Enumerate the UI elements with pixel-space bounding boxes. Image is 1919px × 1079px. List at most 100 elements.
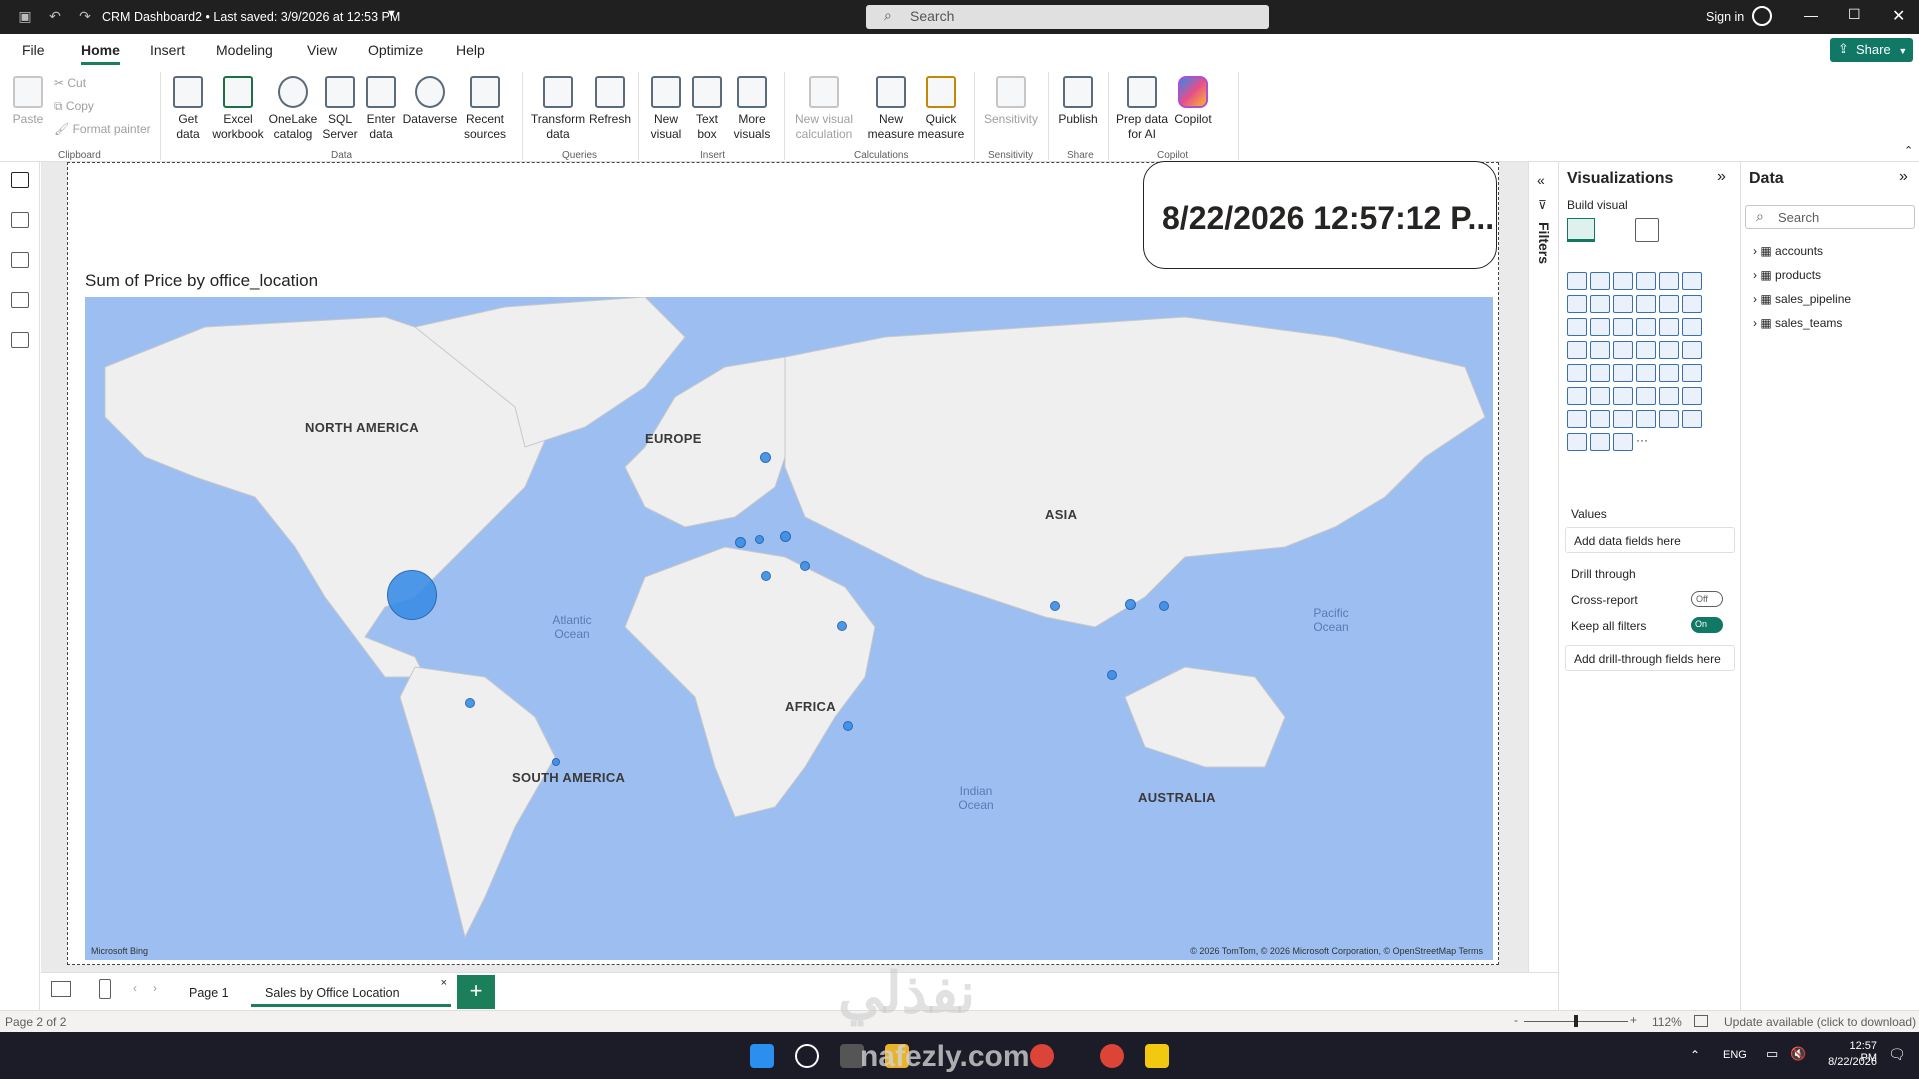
map-bubble[interactable]: [1107, 670, 1117, 680]
more-visuals-button[interactable]: More visuals: [728, 76, 776, 142]
date-card[interactable]: 8/22/2026 12:57:12 P...: [1143, 161, 1497, 269]
visual-type-icon[interactable]: [1613, 387, 1633, 405]
redo-icon[interactable]: ↷: [76, 8, 94, 26]
desktop-layout-icon[interactable]: [51, 981, 71, 997]
visual-type-icon[interactable]: [1682, 410, 1702, 428]
chrome-icon[interactable]: [1030, 1044, 1054, 1068]
expand-filters-icon[interactable]: «: [1537, 172, 1545, 188]
table-view-icon[interactable]: [11, 212, 29, 228]
map-bubble[interactable]: [800, 561, 810, 571]
minimize-icon[interactable]: —: [1804, 7, 1818, 23]
visual-type-icon[interactable]: [1590, 272, 1610, 290]
visual-type-icon[interactable]: [1613, 410, 1633, 428]
excel-workbook-button[interactable]: Excel workbook: [210, 76, 266, 142]
visual-type-icon[interactable]: [1590, 410, 1610, 428]
map-bubble[interactable]: [465, 698, 475, 708]
new-measure-button[interactable]: New measure: [866, 76, 916, 142]
visual-type-icon[interactable]: [1636, 387, 1656, 405]
visual-type-icon[interactable]: [1659, 295, 1679, 313]
map-bubble[interactable]: [755, 535, 764, 544]
new-visual-button[interactable]: New visual: [646, 76, 686, 142]
visual-type-icon[interactable]: [1613, 272, 1633, 290]
map-visual[interactable]: NORTH AMERICA EUROPE ASIA AFRICA SOUTH A…: [85, 297, 1493, 960]
mobile-layout-icon[interactable]: [99, 979, 111, 999]
update-available-link[interactable]: Update available (click to download): [1724, 1015, 1916, 1029]
map-attribution[interactable]: © 2026 TomTom, © 2026 Microsoft Corporat…: [1190, 946, 1483, 956]
visual-type-icon[interactable]: [1590, 387, 1610, 405]
transform-data-button[interactable]: Transform data: [528, 76, 588, 142]
visual-type-icon[interactable]: [1590, 295, 1610, 313]
visual-type-icon[interactable]: [1567, 410, 1587, 428]
visual-type-icon[interactable]: [1567, 387, 1587, 405]
menu-help[interactable]: Help: [456, 42, 485, 58]
model-view-icon[interactable]: [11, 252, 29, 268]
format-painter-button[interactable]: 🖌 Format painter: [54, 122, 151, 136]
visual-type-icon[interactable]: [1567, 295, 1587, 313]
search-input[interactable]: ⌕ Search: [866, 5, 1269, 29]
visual-type-icon[interactable]: [1636, 295, 1656, 313]
tab-sales-by-office-location[interactable]: Sales by Office Location ×: [251, 977, 451, 1007]
visual-type-icon[interactable]: [1636, 341, 1656, 359]
visual-type-icon[interactable]: [1659, 341, 1679, 359]
fit-to-page-icon[interactable]: [1694, 1015, 1708, 1027]
drill-through-field-well[interactable]: Add drill-through fields here: [1565, 645, 1735, 671]
visual-type-icon[interactable]: [1682, 387, 1702, 405]
map-bubble[interactable]: [387, 570, 437, 620]
visual-type-icon[interactable]: [1567, 341, 1587, 359]
visual-type-icon[interactable]: [1682, 272, 1702, 290]
windows-start-icon[interactable]: [750, 1044, 774, 1068]
get-data-button[interactable]: Get data: [166, 76, 210, 142]
new-visual-calculation-button[interactable]: New visual calculation: [792, 76, 856, 142]
cut-button[interactable]: ✂ Cut: [54, 76, 86, 90]
visual-type-icon[interactable]: [1659, 318, 1679, 336]
map-bubble[interactable]: [780, 531, 791, 542]
map-bubble[interactable]: [1159, 601, 1169, 611]
prep-data-for-ai-button[interactable]: Prep data for AI: [1114, 76, 1170, 142]
build-visual-tab-icon[interactable]: [1567, 218, 1595, 242]
dataverse-button[interactable]: Dataverse: [402, 76, 458, 127]
keep-filters-toggle[interactable]: On: [1691, 617, 1723, 633]
visual-type-icon[interactable]: [1567, 272, 1587, 290]
menu-insert[interactable]: Insert: [150, 42, 185, 58]
tab-page-1[interactable]: Page 1: [175, 977, 243, 1007]
save-icon[interactable]: ▣: [16, 8, 34, 26]
visual-type-icon[interactable]: [1567, 364, 1587, 382]
visual-type-icon[interactable]: [1613, 318, 1633, 336]
table-sales-teams[interactable]: › ▦ sales_teams: [1753, 316, 1842, 330]
visual-type-icon[interactable]: [1613, 295, 1633, 313]
zoom-in-icon[interactable]: +: [1630, 1013, 1637, 1027]
cross-report-toggle[interactable]: Off: [1691, 591, 1723, 607]
values-field-well[interactable]: Add data fields here: [1565, 527, 1735, 553]
onelake-catalog-button[interactable]: OneLake catalog: [266, 76, 320, 142]
close-icon[interactable]: ✕: [1892, 6, 1905, 26]
visual-type-icon[interactable]: [1659, 272, 1679, 290]
visual-type-icon[interactable]: [1613, 341, 1633, 359]
show-hidden-icons-icon[interactable]: ⌃: [1690, 1048, 1700, 1062]
maximize-icon[interactable]: ☐: [1848, 6, 1861, 23]
recent-sources-button[interactable]: Recent sources: [458, 76, 512, 142]
visual-type-icon[interactable]: [1590, 364, 1610, 382]
clock-date[interactable]: 8/22/2026: [1820, 1056, 1877, 1068]
visual-type-icon[interactable]: [1590, 433, 1610, 451]
table-products[interactable]: › ▦ products: [1753, 268, 1821, 282]
collapse-ribbon-icon[interactable]: ⌃: [1904, 144, 1913, 157]
notifications-icon[interactable]: 🗨: [1888, 1046, 1906, 1063]
sensitivity-button[interactable]: Sensitivity: [980, 76, 1042, 127]
zoom-out-icon[interactable]: -: [1514, 1013, 1518, 1027]
visual-type-icon[interactable]: [1567, 433, 1587, 451]
undo-icon[interactable]: ↶: [46, 8, 64, 26]
visual-type-icon[interactable]: [1682, 318, 1702, 336]
visual-type-icon[interactable]: [1682, 341, 1702, 359]
visual-type-icon[interactable]: [1613, 364, 1633, 382]
quick-measure-button[interactable]: Quick measure: [916, 76, 966, 142]
map-bubble[interactable]: [552, 758, 560, 766]
map-bubble[interactable]: [735, 537, 746, 548]
table-sales-pipeline[interactable]: › ▦ sales_pipeline: [1753, 292, 1851, 306]
menu-home[interactable]: Home: [81, 42, 120, 65]
map-bubble[interactable]: [1050, 601, 1060, 611]
paste-button[interactable]: Paste: [8, 76, 48, 127]
table-accounts[interactable]: › ▦ accounts: [1753, 244, 1823, 258]
language-indicator[interactable]: ENG: [1723, 1049, 1747, 1061]
map-bubble[interactable]: [761, 571, 771, 581]
close-tab-icon[interactable]: ×: [441, 977, 447, 989]
